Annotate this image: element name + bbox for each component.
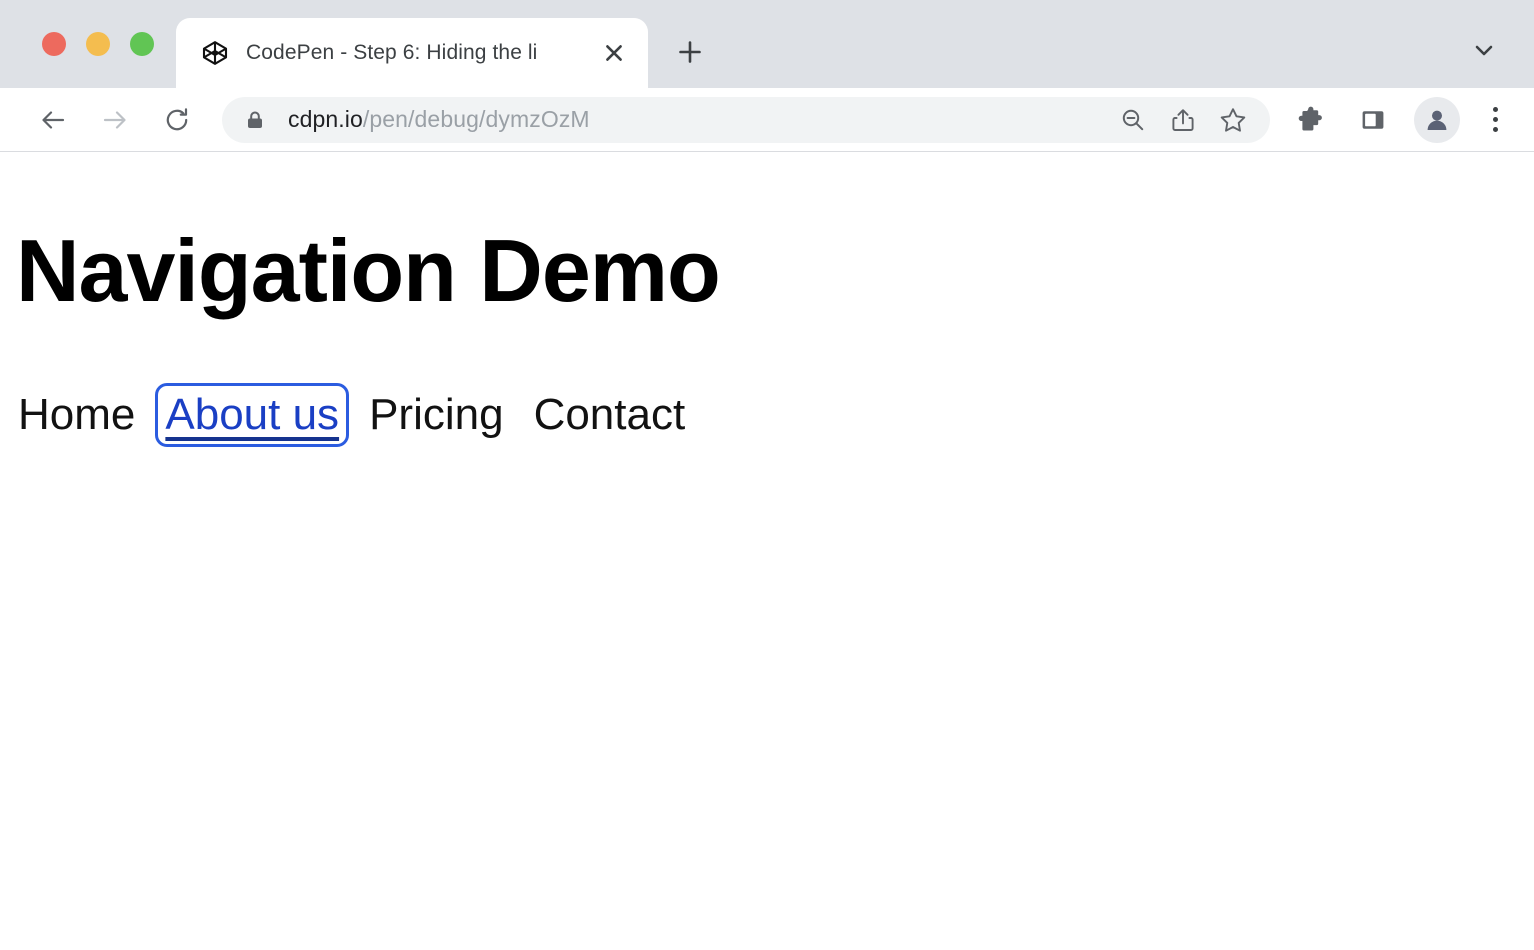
forward-button[interactable] bbox=[90, 95, 140, 145]
window-minimize-button[interactable] bbox=[86, 32, 110, 56]
menu-dot bbox=[1493, 107, 1498, 112]
tab-strip: CodePen - Step 6: Hiding the li bbox=[0, 0, 1534, 88]
address-bar[interactable]: cdpn.io/pen/debug/dymzOzM bbox=[222, 97, 1270, 143]
nav-link-home[interactable]: Home bbox=[16, 391, 137, 439]
page-title: Navigation Demo bbox=[16, 222, 1518, 321]
reload-button[interactable] bbox=[152, 95, 202, 145]
nav-link-pricing[interactable]: Pricing bbox=[367, 391, 506, 439]
zoom-out-icon[interactable] bbox=[1110, 97, 1156, 143]
address-bar-path: /pen/debug/dymzOzM bbox=[363, 106, 590, 132]
lock-icon[interactable] bbox=[244, 109, 266, 131]
tabs-row: CodePen - Step 6: Hiding the li bbox=[176, 0, 1534, 88]
browser-tab-active[interactable]: CodePen - Step 6: Hiding the li bbox=[176, 18, 648, 88]
address-bar-url: cdpn.io/pen/debug/dymzOzM bbox=[288, 106, 1100, 133]
nav-link-about-us[interactable]: About us bbox=[163, 391, 341, 439]
codepen-logo-icon bbox=[202, 40, 228, 66]
tab-title: CodePen - Step 6: Hiding the li bbox=[246, 41, 590, 65]
page-viewport: Navigation Demo Home About us Pricing Co… bbox=[0, 152, 1534, 950]
site-navigation: Home About us Pricing Contact bbox=[16, 391, 1518, 439]
bookmark-star-icon[interactable] bbox=[1210, 97, 1256, 143]
window-maximize-button[interactable] bbox=[130, 32, 154, 56]
tab-close-icon[interactable] bbox=[598, 37, 630, 69]
extensions-puzzle-icon[interactable] bbox=[1286, 95, 1336, 145]
menu-dot bbox=[1493, 117, 1498, 122]
browser-window: CodePen - Step 6: Hiding the li bbox=[0, 0, 1534, 950]
window-close-button[interactable] bbox=[42, 32, 66, 56]
new-tab-button[interactable] bbox=[662, 24, 718, 80]
address-bar-actions bbox=[1110, 97, 1256, 143]
menu-dot bbox=[1493, 127, 1498, 132]
three-dot-menu-icon[interactable] bbox=[1472, 95, 1518, 145]
share-icon[interactable] bbox=[1160, 97, 1206, 143]
browser-toolbar: cdpn.io/pen/debug/dymzOzM bbox=[0, 88, 1534, 152]
window-controls bbox=[0, 0, 176, 88]
address-bar-host: cdpn.io bbox=[288, 106, 363, 132]
back-button[interactable] bbox=[28, 95, 78, 145]
profile-avatar-icon[interactable] bbox=[1414, 97, 1460, 143]
tab-search-button[interactable] bbox=[1456, 22, 1512, 78]
nav-link-contact[interactable]: Contact bbox=[532, 391, 688, 439]
side-panel-icon[interactable] bbox=[1348, 95, 1398, 145]
toolbar-right-actions bbox=[1280, 95, 1518, 145]
page-content: Navigation Demo Home About us Pricing Co… bbox=[0, 152, 1534, 447]
